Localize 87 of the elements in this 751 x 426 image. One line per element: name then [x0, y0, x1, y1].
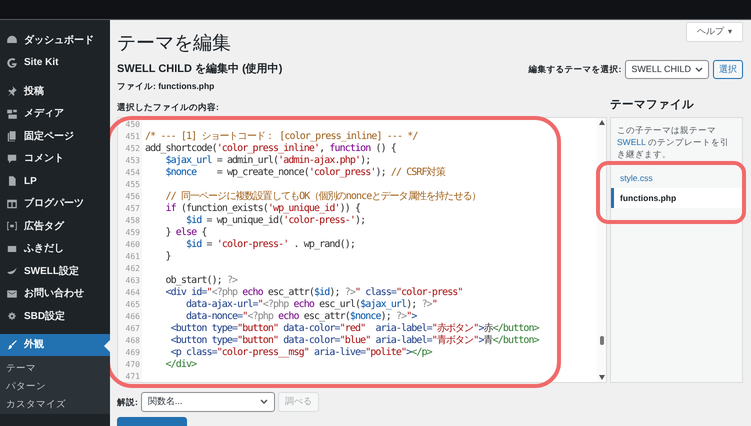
chevron-down-icon	[260, 399, 268, 405]
line-number: 459	[126, 227, 140, 239]
submenu-item[interactable]: パターン	[0, 378, 110, 396]
sidebar-item[interactable]: SWELL設定	[0, 260, 110, 282]
inheritance-notice: この子テーマは親テーマ SWELL のテンプレートを引き継ぎます。	[616, 124, 730, 161]
line-number: 464	[126, 287, 140, 299]
code-line: $ajax_url = admin_url('admin-ajax.php');	[164, 155, 370, 167]
line-number: 460	[126, 239, 140, 251]
envelope-icon	[6, 288, 18, 300]
line-number: 453	[126, 155, 140, 167]
submenu-item[interactable]: テーマ	[0, 360, 110, 378]
sidebar-item[interactable]: Site Kit	[0, 52, 110, 74]
submenu-item[interactable]: カスタマイズ	[0, 396, 110, 414]
page-title: テーマを編集	[117, 34, 231, 53]
file-item[interactable]: style.css	[611, 168, 742, 188]
g-logo-icon	[6, 56, 18, 69]
document-icon	[6, 175, 18, 188]
code-line: $id = 'color-press-' . wp_rand();	[184, 239, 355, 251]
sidebar-item[interactable]: 外観	[0, 334, 110, 356]
theme-dropdown[interactable]: SWELL CHILD	[625, 60, 709, 79]
sidebar-item[interactable]: コメント	[0, 148, 110, 170]
code-line: // 同一ページに複数設置してもOK（個別のnonceとデータ属性を持たせる）	[164, 191, 481, 203]
code-line: }	[164, 251, 171, 263]
sidebar-item[interactable]: ブログパーツ	[0, 192, 110, 215]
code-line: data-ajax-url="<?php echo esc_url($ajax_url); ?>"	[184, 299, 437, 311]
line-number: 471	[126, 371, 140, 383]
file-item[interactable]: functions.php	[611, 188, 742, 208]
line-number: 458	[126, 215, 140, 227]
line-number: 454	[126, 167, 140, 179]
line-number: 469	[126, 347, 140, 359]
chevron-down-icon	[695, 66, 703, 72]
code-line: <button type="button" data-color="red" aria-label="赤ボタン">赤</button>	[170, 323, 539, 334]
sidebar-item[interactable]: ダッシュボード	[0, 29, 110, 52]
line-number: 470	[126, 359, 140, 371]
pages-icon	[6, 130, 18, 142]
documentation-label: 解説:	[117, 396, 138, 408]
content-label: 選択したファイルの内容:	[117, 101, 219, 114]
code-line: $id = wp_unique_id('color-press-');	[184, 215, 366, 227]
file-label: ファイル: functions.php	[117, 80, 216, 93]
line-number: 455	[126, 179, 140, 191]
code-line: /* --- [1] ショートコード： [color_press_inline] --- */	[145, 131, 418, 143]
theme-files-heading: テーマファイル	[610, 98, 695, 113]
scroll-up-icon[interactable]	[598, 120, 604, 125]
line-number: 457	[126, 203, 140, 215]
line-number: 452	[126, 143, 140, 155]
gear-icon	[6, 310, 18, 322]
line-number: 451	[126, 131, 140, 143]
code-line: <p class="color-press__msg" aria-live="polite"></p>	[170, 347, 432, 359]
line-number: 462	[126, 263, 140, 275]
sidebar-item[interactable]: メディア	[0, 102, 110, 125]
sidebar-item[interactable]: お問い合わせ	[0, 282, 110, 305]
code-line: <button type="button" data-color="blue" aria-label="青ボタン">青</button>	[170, 335, 539, 347]
code-line: add_shortcode('color_press_inline', function () {	[145, 143, 396, 155]
sidebar-item[interactable]: 投稿	[0, 80, 110, 102]
paintbrush-icon	[6, 338, 18, 351]
media-icon	[6, 108, 18, 120]
line-number: 450	[126, 119, 140, 131]
theme-select-label: 編集するテーマを選択:	[528, 63, 622, 76]
code-line: } else {	[164, 227, 206, 239]
parent-theme-link[interactable]: SWELL	[617, 137, 646, 147]
sidebar-item[interactable]: ふきだし	[0, 238, 110, 260]
help-button[interactable]: ヘルプ ▾	[686, 22, 743, 42]
code-line: $nonce = wp_create_nonce('color_press'); // CSRF対策	[164, 167, 445, 179]
scrollbar-thumb[interactable]	[600, 336, 604, 345]
sidebar-item[interactable]: SBD設定	[0, 305, 110, 328]
sidebar-item[interactable]: LP	[0, 170, 110, 192]
ad-brackets-icon	[6, 220, 18, 232]
line-number: 461	[126, 251, 140, 263]
speech-bubble-icon	[6, 152, 18, 165]
code-line: ob_start(); ?>	[164, 275, 238, 287]
code-line: if (function_exists('wp_unique_id')) {	[164, 203, 360, 215]
line-number: 456	[126, 191, 140, 203]
line-number: 463	[126, 275, 140, 287]
select-button[interactable]: 選択	[713, 60, 743, 79]
line-number: 468	[126, 335, 140, 347]
line-number: 465	[126, 299, 140, 311]
scroll-down-icon[interactable]	[598, 375, 604, 380]
code-line: <div id="<?php echo esc_attr($id); ?>" class="color-press"	[164, 287, 463, 299]
pin-icon	[6, 85, 18, 98]
code-line: data-nonce="<?php echo esc_attr($nonce); ?>">	[184, 311, 416, 323]
layout-icon	[6, 198, 18, 210]
line-number: 467	[126, 323, 140, 335]
sidebar-item[interactable]: 広告タグ	[0, 215, 110, 238]
code-line: </div>	[164, 359, 196, 371]
theme-heading: SWELL CHILD を編集中 (使用中)	[117, 62, 282, 78]
line-number: 466	[126, 311, 140, 323]
sidebar-item[interactable]: 固定ページ	[0, 125, 110, 148]
